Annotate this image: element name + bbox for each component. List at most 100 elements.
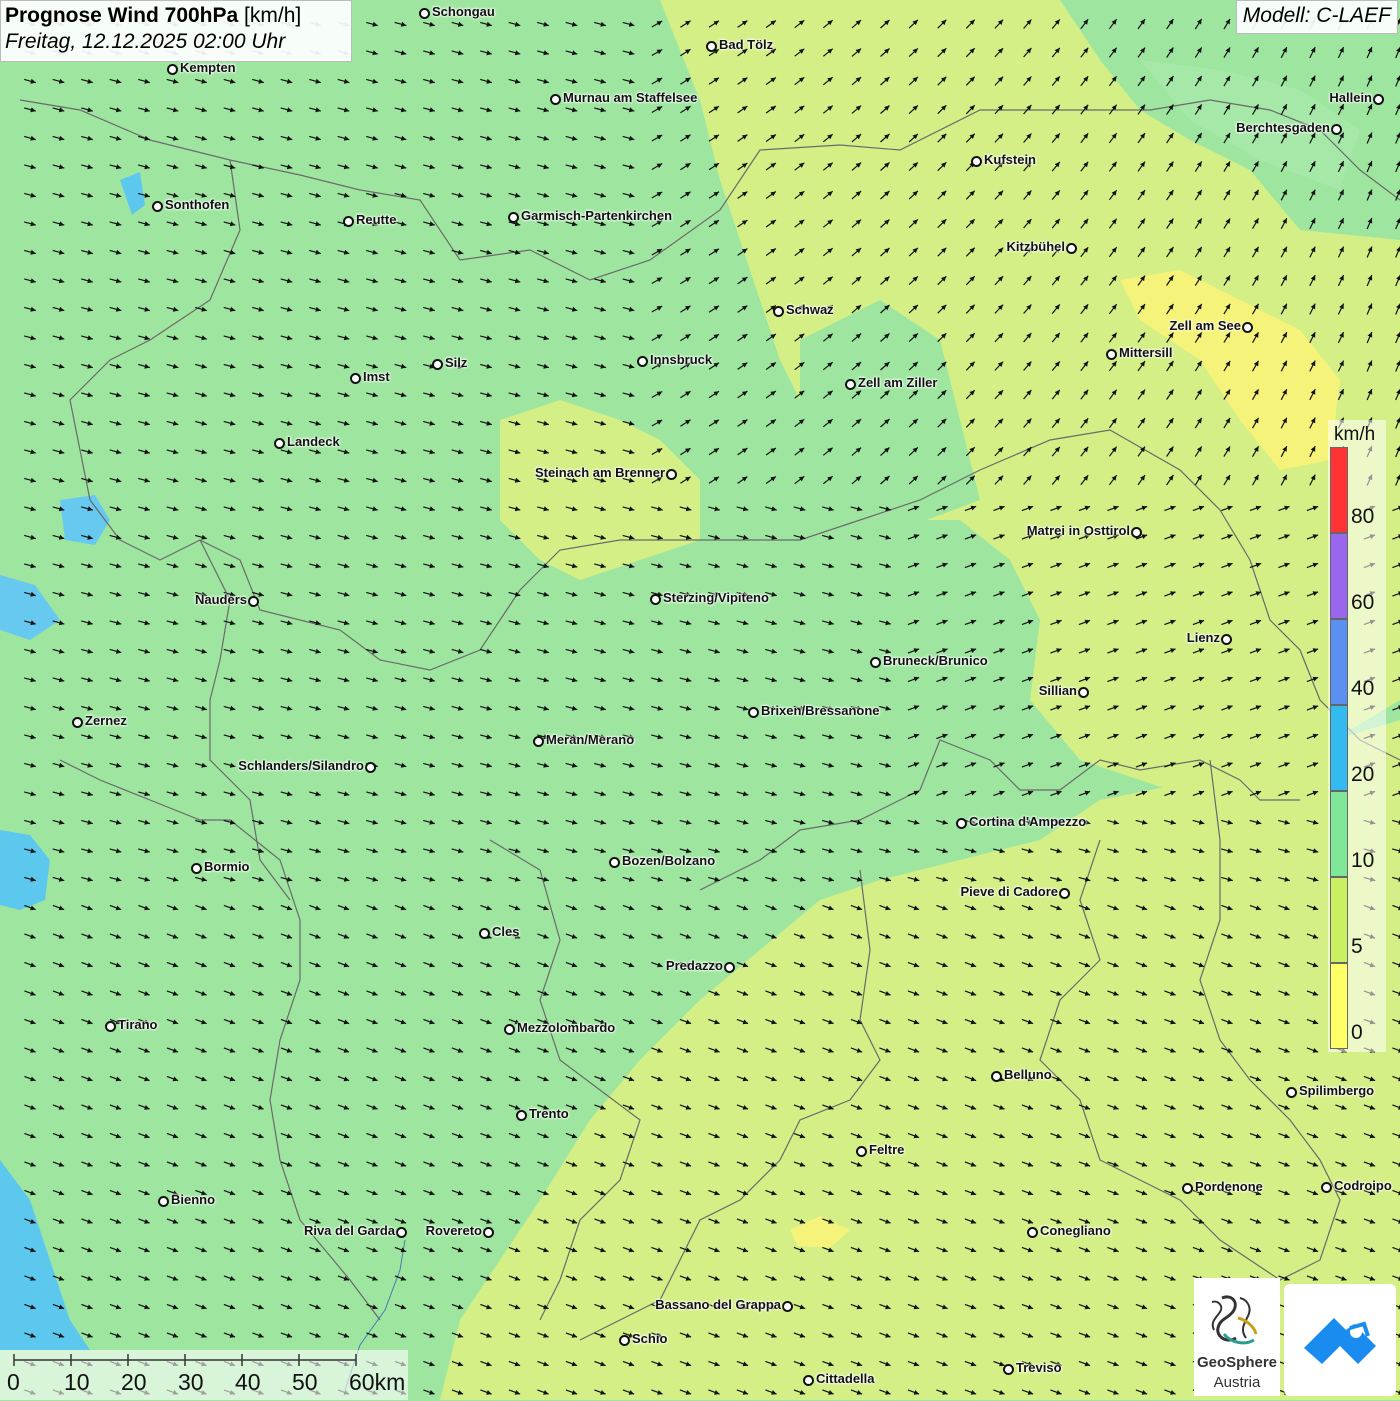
city-marker xyxy=(1131,527,1142,538)
city-label: Schlanders/Silandro xyxy=(238,758,364,773)
city-marker xyxy=(274,438,285,449)
city-marker xyxy=(483,1227,494,1238)
city-marker xyxy=(72,717,83,728)
city-marker xyxy=(782,1301,793,1312)
scale-label: 30 xyxy=(178,1369,204,1395)
city-marker xyxy=(870,657,881,668)
city-label: Pordenone xyxy=(1195,1179,1263,1194)
city-marker xyxy=(666,469,677,480)
city-label: Feltre xyxy=(869,1142,905,1157)
city-label: Landeck xyxy=(287,434,340,449)
legend-tick-label: 80 xyxy=(1351,505,1375,528)
city-label: Schongau xyxy=(432,4,495,19)
city-label: Treviso xyxy=(1016,1360,1062,1375)
city-marker xyxy=(158,1196,169,1207)
city-marker xyxy=(248,596,259,607)
city-marker xyxy=(845,379,856,390)
city-marker xyxy=(105,1021,116,1032)
city-label: Imst xyxy=(363,369,390,384)
model-label: Modell: C-LAEF xyxy=(1235,0,1398,34)
legend-tick-label: 40 xyxy=(1351,677,1375,700)
city-marker xyxy=(991,1071,1002,1082)
city-marker xyxy=(1106,349,1117,360)
city-label: Conegliano xyxy=(1040,1223,1111,1238)
city-marker xyxy=(419,8,430,19)
city-marker xyxy=(1321,1182,1332,1193)
city-label: Hallein xyxy=(1329,90,1372,105)
city-marker xyxy=(1373,94,1384,105)
city-label: Codroipo xyxy=(1334,1178,1392,1193)
city-label: Reutte xyxy=(356,212,397,227)
city-label: Belluno xyxy=(1004,1067,1052,1082)
city-marker xyxy=(365,762,376,773)
geosphere-logo-icon xyxy=(1211,1295,1258,1345)
city-label: Tirano xyxy=(118,1017,158,1032)
city-label: Schio xyxy=(632,1331,668,1346)
city-marker xyxy=(1078,687,1089,698)
city-label: Predazzo xyxy=(665,958,723,973)
city-marker xyxy=(167,64,178,75)
city-marker xyxy=(504,1024,515,1035)
city-marker xyxy=(773,306,784,317)
city-marker xyxy=(956,818,967,829)
city-label: Kitzbühel xyxy=(1006,239,1066,254)
city-label: Trento xyxy=(529,1106,569,1121)
legend-color-1 xyxy=(1330,533,1348,619)
city-label: Garmisch-Partenkirchen xyxy=(521,208,673,223)
city-label: Bassano del Grappa xyxy=(655,1297,781,1312)
city-marker xyxy=(1059,888,1070,899)
scale-label: 60km xyxy=(349,1369,406,1395)
city-marker xyxy=(706,41,717,52)
city-label: Lienz xyxy=(1186,630,1220,645)
city-label: Spilimbergo xyxy=(1299,1083,1375,1098)
city-label: Cortina d'Ampezzo xyxy=(969,814,1087,829)
city-marker xyxy=(619,1335,630,1346)
city-label: Rovereto xyxy=(425,1223,482,1238)
map-date: Freitag, 12.12.2025 02:00 Uhr xyxy=(5,30,286,53)
city-label: Berchtesgaden xyxy=(1236,120,1330,135)
scale-label: 0 xyxy=(7,1369,20,1395)
city-label: Bozen/Bolzano xyxy=(622,853,716,868)
city-label: Silz xyxy=(445,355,468,370)
legend-unit: km/h xyxy=(1334,424,1376,445)
city-marker xyxy=(724,962,735,973)
city-marker xyxy=(1286,1087,1297,1098)
city-label: Zell am Ziller xyxy=(858,375,938,390)
city-marker xyxy=(550,94,561,105)
scale-label: 40 xyxy=(235,1369,261,1395)
city-label: Sillian xyxy=(1038,683,1077,698)
scale-label: 50 xyxy=(292,1369,318,1395)
legend-tick-label: 60 xyxy=(1351,591,1375,614)
city-marker xyxy=(856,1146,867,1157)
city-marker xyxy=(396,1227,407,1238)
legend-tick-label: 10 xyxy=(1351,849,1375,872)
city-marker xyxy=(637,356,648,367)
city-label: Kempten xyxy=(180,60,236,75)
city-marker xyxy=(479,928,490,939)
city-label: Riva del Garda xyxy=(303,1223,395,1238)
city-label: Pieve di Cadore xyxy=(960,884,1058,899)
city-label: Bad Tölz xyxy=(719,37,774,52)
city-label: Zernez xyxy=(85,713,127,728)
city-marker xyxy=(609,857,620,868)
city-marker xyxy=(971,156,982,167)
city-marker xyxy=(1066,243,1077,254)
city-label: Schwaz xyxy=(786,302,834,317)
city-label: Kufstein xyxy=(984,152,1036,167)
legend-color-0 xyxy=(1330,447,1348,533)
geosphere-logo-line1: GeoSphere xyxy=(1196,1354,1278,1371)
city-label: Sonthofen xyxy=(165,197,230,212)
scale-label: 20 xyxy=(121,1369,147,1395)
city-label: Brixen/Bressanone xyxy=(761,703,880,718)
city-marker xyxy=(1331,124,1342,135)
city-label: Meran/Merano xyxy=(546,732,635,747)
city-marker xyxy=(152,201,163,212)
city-marker xyxy=(191,863,202,874)
city-label: Matrei in Osttirol xyxy=(1026,523,1130,538)
city-marker xyxy=(533,736,544,747)
legend-color-5 xyxy=(1330,877,1348,963)
city-label: Nauders xyxy=(194,592,247,607)
legend-tick-label: 0 xyxy=(1351,1021,1363,1044)
city-label: Bormio xyxy=(204,859,250,874)
legend-color-3 xyxy=(1330,705,1348,791)
